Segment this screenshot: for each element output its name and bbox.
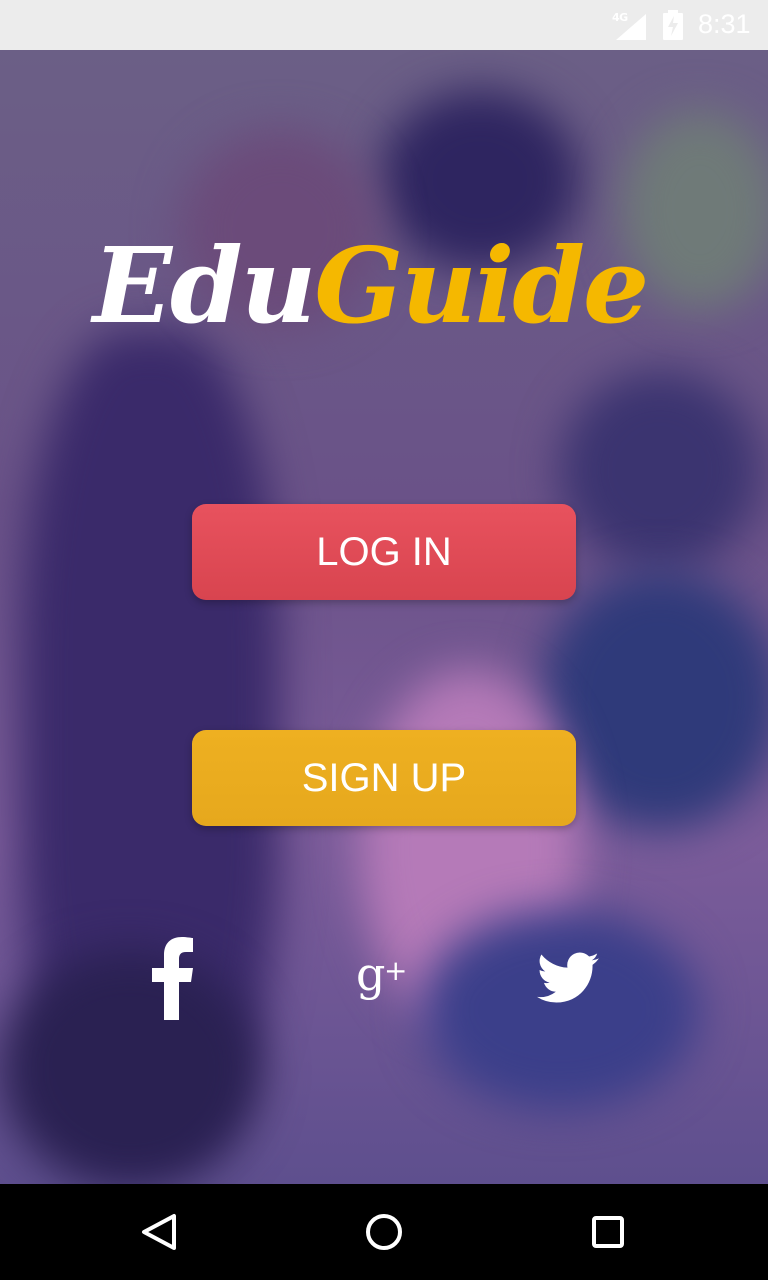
battery-icon [663, 10, 683, 40]
twitter-login-button[interactable] [520, 930, 616, 1026]
signup-button[interactable]: SIGN UP [192, 730, 576, 826]
status-bar: 4G 8:31 [0, 0, 768, 50]
logo-edu: Edu [92, 223, 317, 347]
home-button[interactable] [336, 1184, 432, 1280]
facebook-icon [152, 937, 193, 1020]
back-icon [142, 1214, 176, 1250]
google-plus-login-button[interactable]: g + [336, 930, 432, 1026]
app-logo: Edu Guide [70, 205, 670, 365]
recent-apps-icon [592, 1216, 624, 1248]
svg-text:+: + [384, 954, 407, 987]
twitter-icon [537, 952, 599, 1003]
home-icon [366, 1214, 402, 1250]
login-button[interactable]: LOG IN [192, 504, 576, 600]
signal-icon [616, 14, 646, 40]
google-plus-icon: g + [356, 947, 407, 1001]
navigation-bar [0, 1184, 768, 1280]
svg-text:g: g [356, 947, 385, 1001]
back-button[interactable] [112, 1184, 208, 1280]
facebook-login-button[interactable] [124, 930, 220, 1026]
logo-guide: Guide [314, 223, 649, 347]
recent-apps-button[interactable] [560, 1184, 656, 1280]
clock: 8:31 [698, 9, 751, 39]
